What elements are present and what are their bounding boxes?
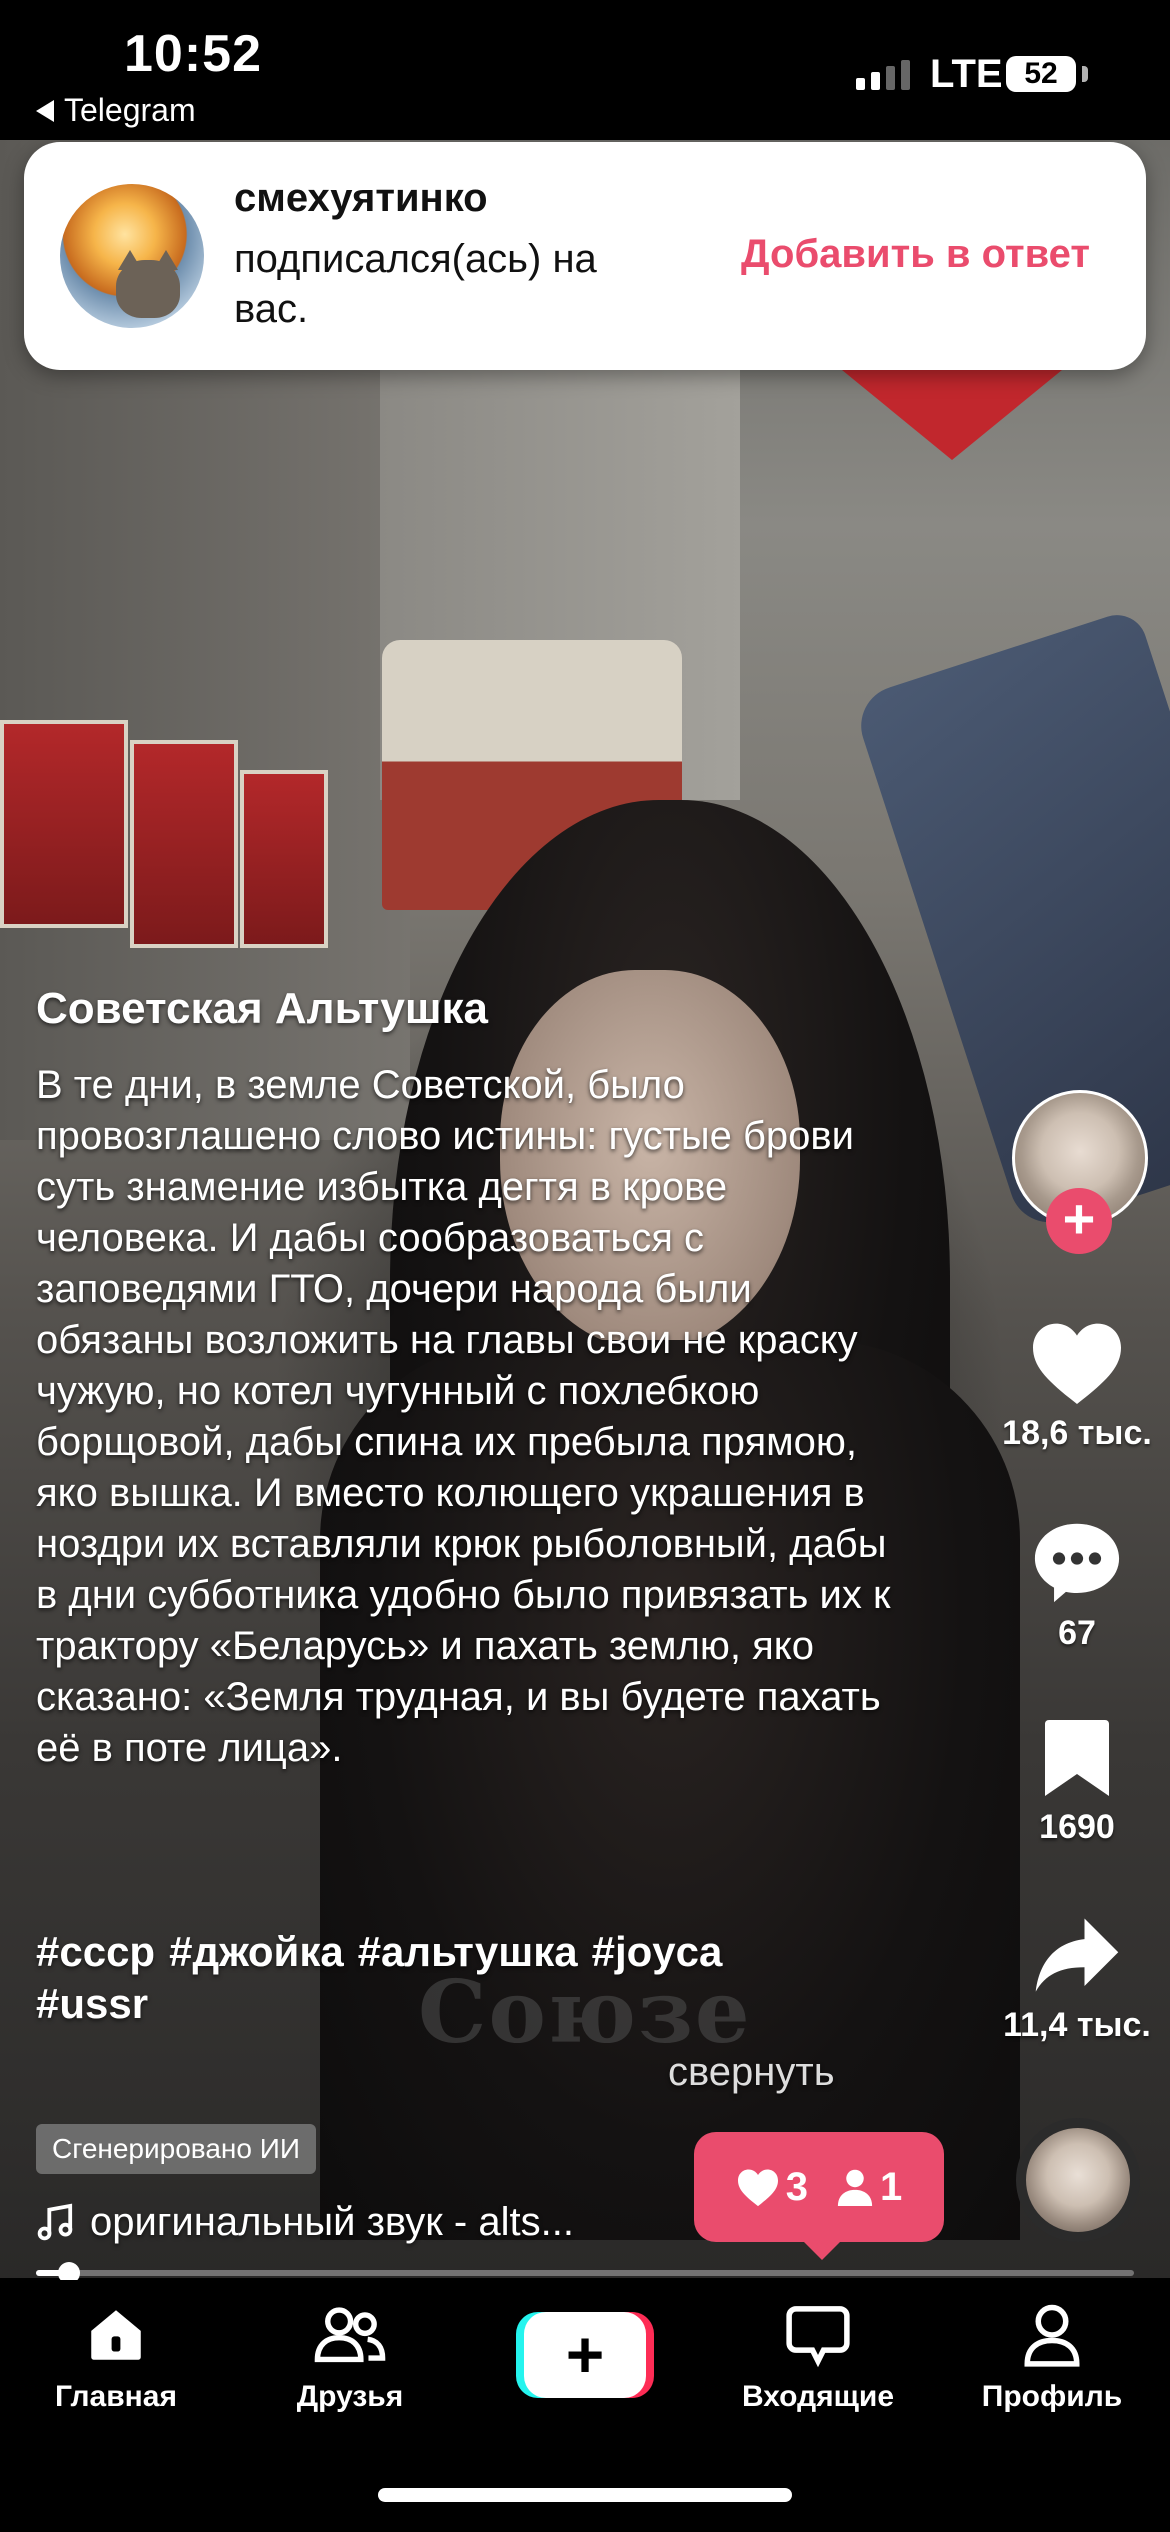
hashtag-link[interactable]: #ссср: [36, 1928, 155, 1975]
video-title: Советская Альтушка: [36, 984, 489, 1033]
network-type: LTE: [930, 52, 1003, 96]
activity-popup[interactable]: 3 1: [694, 2132, 944, 2242]
comment-button[interactable]: 67: [992, 1518, 1162, 1653]
bookmark-icon: [1045, 1720, 1109, 1796]
hashtag-link[interactable]: #альтушка: [358, 1928, 578, 1975]
nav-friends[interactable]: Друзья: [250, 2302, 450, 2414]
scene-poster-3: [240, 770, 328, 948]
sound-title: оригинальный звук - alts...: [90, 2200, 574, 2244]
share-button[interactable]: 11,4 тыс.: [992, 1914, 1162, 2045]
home-indicator[interactable]: [378, 2488, 792, 2502]
music-note-icon: [37, 2203, 73, 2240]
add-to-reply-button[interactable]: Добавить в ответ: [741, 232, 1090, 277]
battery-level: 52: [1024, 57, 1058, 90]
save-count: 1690: [1039, 1808, 1115, 1846]
signal-icon: [856, 60, 910, 90]
status-bar: 10:52 Telegram LTE 52: [0, 0, 1170, 140]
create-button[interactable]: +: [516, 2312, 654, 2398]
like-button[interactable]: 18,6 тыс.: [992, 1318, 1162, 1453]
notification-avatar: [60, 184, 204, 328]
person-icon: [837, 2169, 873, 2206]
nav-home-label: Главная: [54, 2380, 177, 2413]
video-progress-bar[interactable]: [36, 2262, 1134, 2284]
hashtag-link[interactable]: #джойка: [169, 1928, 344, 1975]
scene-poster-2: [130, 740, 238, 948]
scene-poster-1: [0, 720, 128, 928]
follow-plus-button[interactable]: +: [1046, 1188, 1112, 1254]
share-arrow-icon: [1035, 1918, 1119, 1992]
battery-icon: 52: [1006, 56, 1076, 92]
scene-red-star: [842, 370, 1062, 460]
home-icon: [91, 2310, 141, 2360]
heart-icon: [1033, 1323, 1121, 1404]
sound-disc[interactable]: [1016, 2118, 1140, 2242]
notification-username: смехуятинко: [234, 176, 488, 220]
nav-inbox[interactable]: Входящие: [718, 2302, 918, 2414]
hashtag-link[interactable]: #joyca: [592, 1928, 723, 1975]
follow-notification[interactable]: смехуятинко подписался(ась) на вас. Доба…: [24, 142, 1146, 370]
activity-like-count: 3: [785, 2164, 808, 2209]
inbox-icon: [786, 2306, 850, 2368]
activity-follower-count: 1: [880, 2164, 903, 2209]
ai-generated-badge: Сгенерировано ИИ: [36, 2124, 316, 2174]
battery-cap: [1082, 66, 1088, 82]
cat-image: [116, 260, 180, 318]
share-count: 11,4 тыс.: [1003, 2006, 1151, 2044]
notification-message: подписался(ась) на вас.: [234, 237, 597, 331]
back-app-label: Telegram: [64, 92, 196, 128]
sound-link[interactable]: оригинальный звук - alts...: [36, 2200, 574, 2245]
screen: Союзе 10:52 Telegram LTE 52 смехуятинко …: [0, 0, 1170, 2532]
like-count: 18,6 тыс.: [1002, 1414, 1152, 1452]
nav-home[interactable]: Главная: [16, 2302, 216, 2414]
plus-icon: +: [524, 2312, 646, 2398]
heart-icon: [737, 2169, 778, 2207]
status-time: 10:52: [124, 25, 262, 83]
nav-inbox-label: Входящие: [741, 2380, 895, 2413]
comment-count: 67: [1058, 1614, 1096, 1652]
comment-icon: [1034, 1523, 1120, 1603]
nav-profile-label: Профиль: [981, 2380, 1123, 2413]
collapse-caption-button[interactable]: свернуть: [668, 2050, 835, 2095]
nav-profile[interactable]: Профиль: [952, 2302, 1152, 2414]
save-button[interactable]: 1690: [992, 1716, 1162, 1847]
back-to-app-link[interactable]: Telegram: [36, 92, 196, 129]
profile-icon: [1024, 2304, 1080, 2367]
hashtag-link[interactable]: #ussr: [36, 1980, 148, 2027]
video-description[interactable]: В те дни, в земле Советской, было провоз…: [36, 1060, 906, 1774]
friends-icon: [314, 2307, 386, 2363]
activity-popup-tail: [800, 2238, 844, 2260]
hashtags: #ссср #джойка #альтушка #joyca #ussr: [36, 1926, 906, 2030]
back-arrow-icon: [36, 99, 54, 122]
nav-friends-label: Друзья: [296, 2380, 404, 2413]
